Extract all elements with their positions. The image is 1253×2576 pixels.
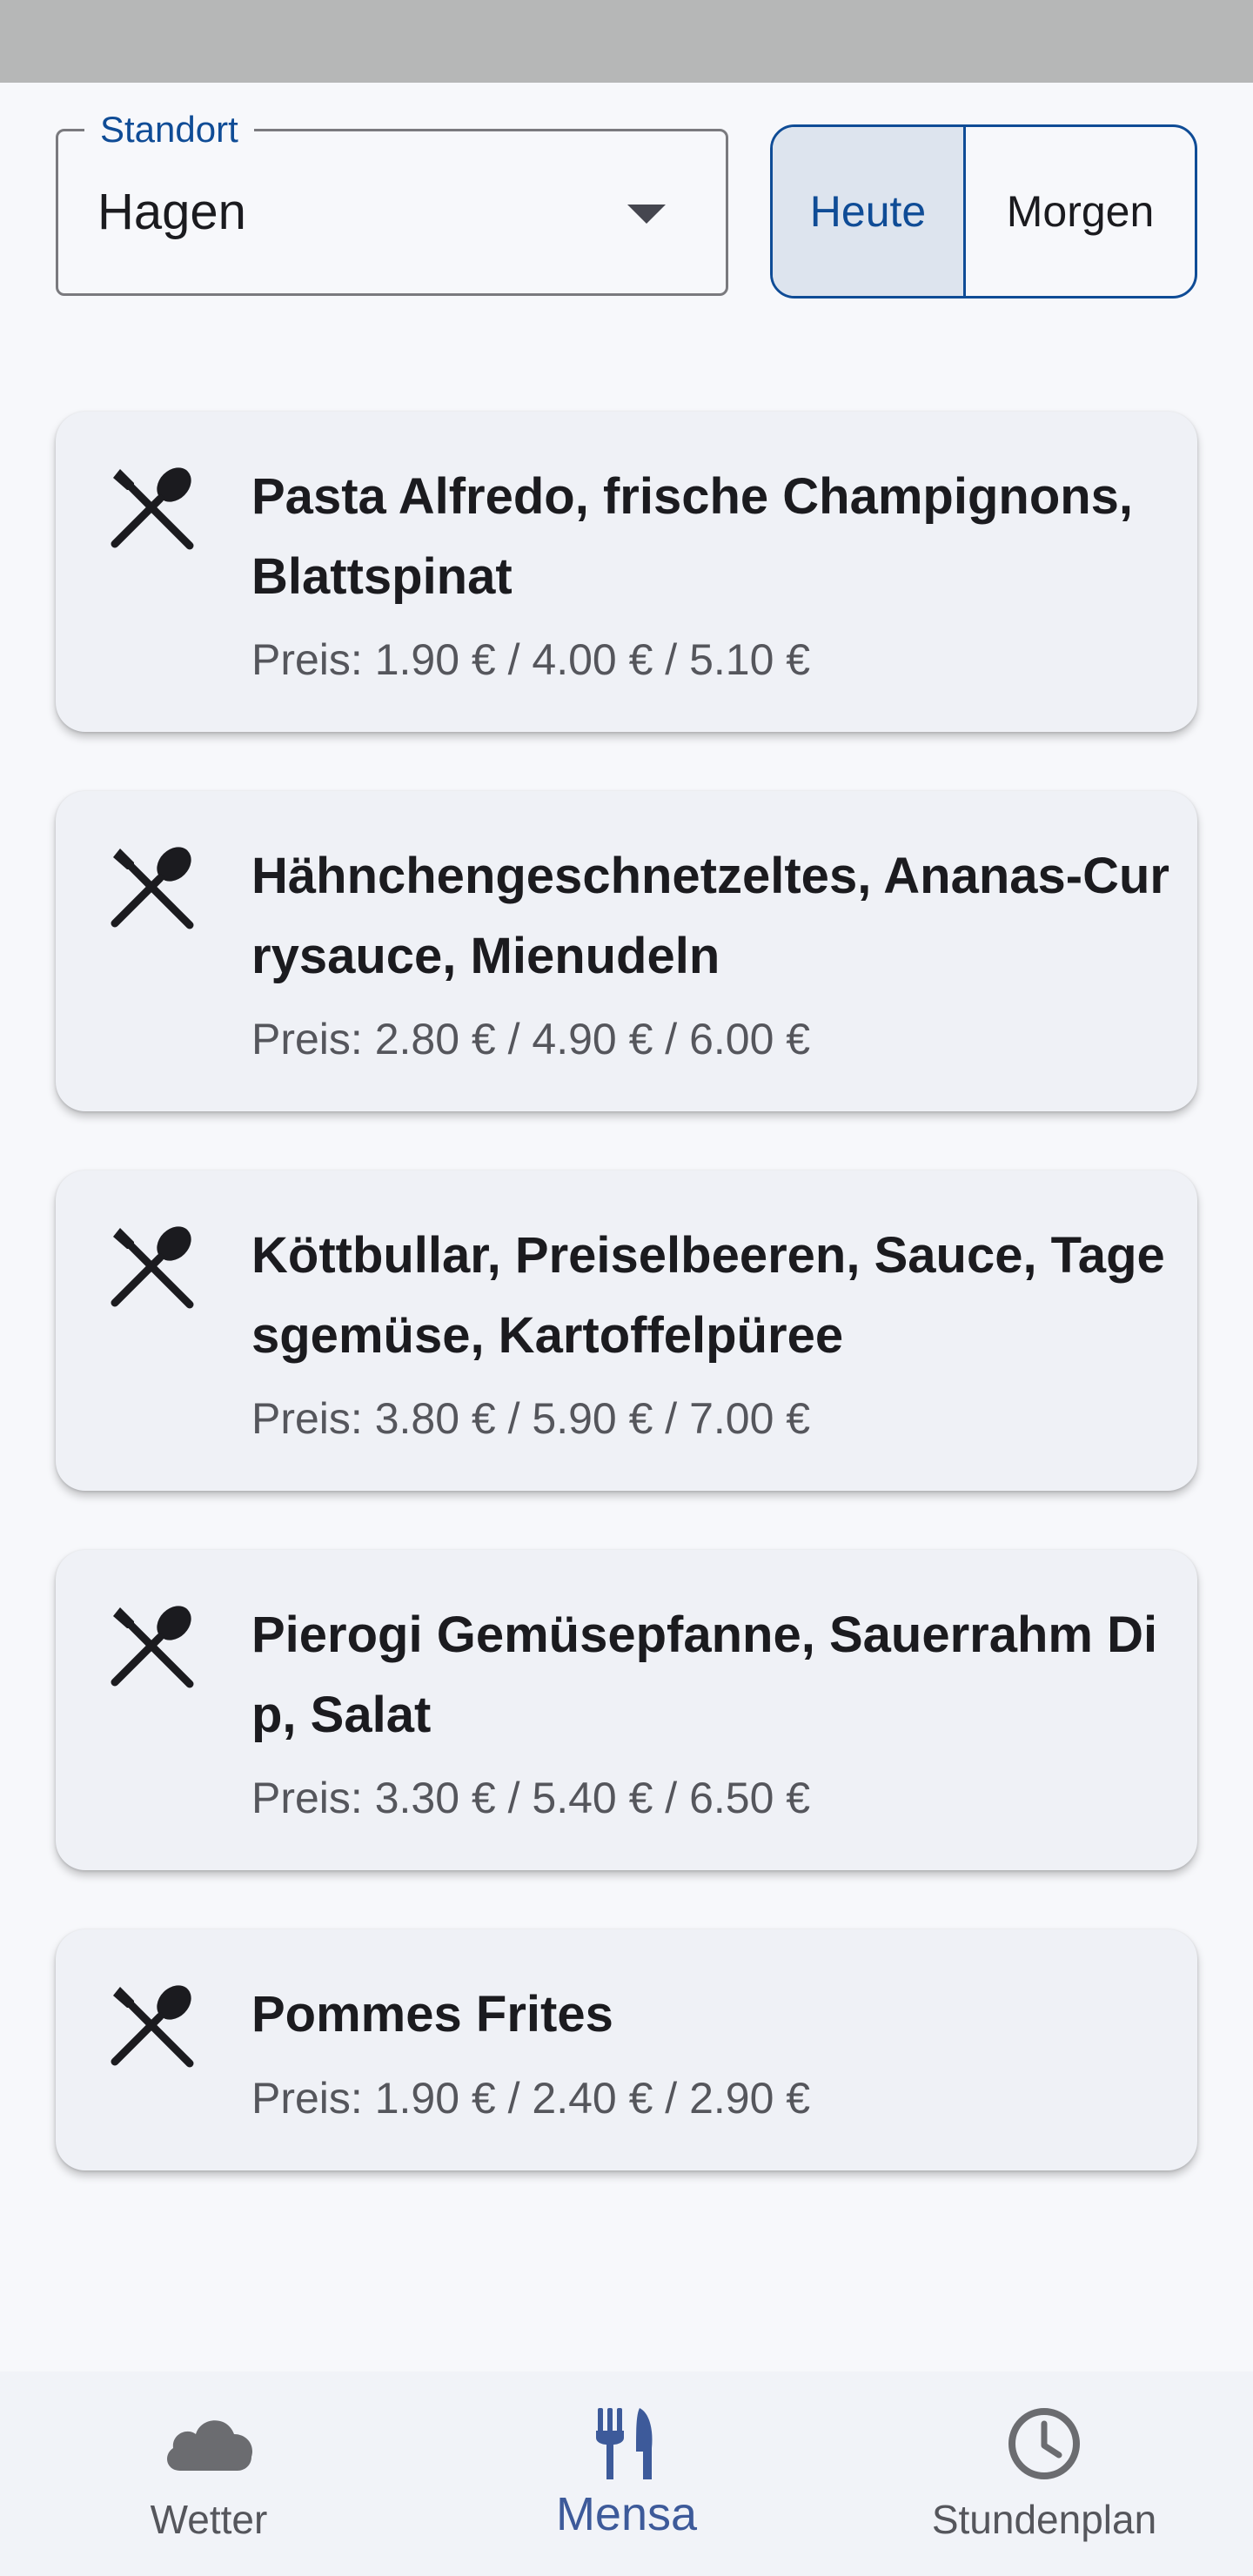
fork-knife-icon <box>596 2408 653 2479</box>
nav-item-mensa[interactable]: Mensa <box>522 2371 731 2576</box>
nav-label-mensa: Mensa <box>555 2488 698 2540</box>
meal-price: Preis: 3.30 € / 5.40 € / 6.50 € <box>251 1774 811 1822</box>
day-toggle: Heute Morgen <box>770 124 1197 299</box>
location-value: Hagen <box>97 184 246 240</box>
cutlery-icon <box>111 1606 194 1688</box>
cutlery-icon <box>111 467 194 550</box>
nav-label-weather: Wetter <box>150 2497 268 2542</box>
status-bar <box>0 0 1253 83</box>
meal-title: Hähnchengeschnetzeltes, Ananas-Currysauc… <box>251 848 1169 984</box>
toggle-tomorrow-button[interactable]: Morgen <box>966 127 1195 296</box>
cloud-icon <box>167 2420 253 2471</box>
clock-icon <box>1008 2408 1080 2479</box>
cutlery-icon <box>111 1226 194 1309</box>
toggle-today-button[interactable]: Heute <box>773 127 966 296</box>
meal-card[interactable]: Pasta Alfredo, frische Champignons, Blat… <box>56 412 1197 732</box>
meal-card[interactable]: Pierogi Gemüsepfanne, Sauerrahm Dip, Sal… <box>56 1550 1197 1870</box>
meal-title: Pasta Alfredo, frische Champignons, Blat… <box>251 468 1134 605</box>
meal-title: Köttbullar, Preiselbeeren, Sauce, Tagesg… <box>251 1227 1165 1364</box>
cutlery-icon <box>111 1985 194 2068</box>
nav-item-schedule[interactable]: Stundenplan <box>905 2371 1183 2576</box>
location-dropdown[interactable]: Standort Hagen <box>56 108 728 296</box>
meal-card[interactable]: Hähnchengeschnetzeltes, Ananas-Currysauc… <box>56 791 1197 1111</box>
dropdown-arrow-icon <box>627 205 666 224</box>
nav-label-schedule: Stundenplan <box>931 2497 1157 2542</box>
meal-price: Preis: 1.90 € / 4.00 € / 5.10 € <box>251 635 811 684</box>
meal-card[interactable]: Köttbullar, Preiselbeeren, Sauce, Tagesg… <box>56 1171 1197 1491</box>
bottom-navigation: Wetter Mensa Stundenplan <box>0 2371 1253 2576</box>
meal-title: Pommes Frites <box>251 1986 613 2043</box>
location-label: Standort <box>84 108 254 151</box>
meal-price: Preis: 1.90 € / 2.40 € / 2.90 € <box>251 2074 811 2123</box>
cutlery-icon <box>111 847 194 929</box>
meal-title: Pierogi Gemüsepfanne, Sauerrahm Dip, Sal… <box>251 1607 1158 1743</box>
meal-card[interactable]: Pommes Frites Preis: 1.90 € / 2.40 € / 2… <box>56 1929 1197 2170</box>
nav-item-weather[interactable]: Wetter <box>104 2371 313 2576</box>
meal-price: Preis: 2.80 € / 4.90 € / 6.00 € <box>251 1015 811 1063</box>
meal-price: Preis: 3.80 € / 5.90 € / 7.00 € <box>251 1394 811 1443</box>
